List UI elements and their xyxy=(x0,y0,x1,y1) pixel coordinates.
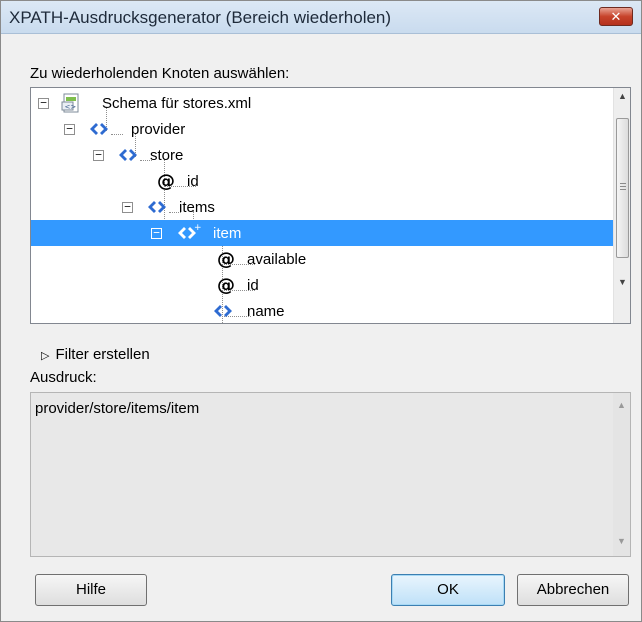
tree-node-items[interactable]: − items xyxy=(31,194,614,220)
tree-node-provider[interactable]: − provider xyxy=(31,116,614,142)
node-tree[interactable]: − <> Schema für stores.xml − provider − … xyxy=(30,87,631,324)
expression-box[interactable]: provider/store/items/item ▲ ▼ xyxy=(30,392,631,557)
expand-triangle-icon: ▷ xyxy=(41,350,50,362)
element-icon xyxy=(90,123,108,135)
collapse-icon[interactable]: − xyxy=(64,123,75,135)
tree-node-name[interactable]: name xyxy=(31,298,614,323)
tree-node-label: name xyxy=(247,303,285,320)
filter-toggle[interactable]: ▷ Filter erstellen xyxy=(41,346,150,363)
tree-node-label: items xyxy=(179,199,215,216)
scroll-down-icon[interactable]: ▼ xyxy=(614,274,630,291)
collapse-icon[interactable]: − xyxy=(93,149,104,161)
dialog-title: XPATH-Ausdrucksgenerator (Bereich wieder… xyxy=(9,8,392,27)
tree-node-store[interactable]: − store xyxy=(31,142,614,168)
attribute-icon: @ xyxy=(217,275,235,296)
help-button[interactable]: Hilfe xyxy=(35,574,147,606)
title-bar: XPATH-Ausdrucksgenerator (Bereich wieder… xyxy=(1,1,641,34)
expression-scrollbar[interactable]: ▲ ▼ xyxy=(613,393,630,556)
tree-node-label: available xyxy=(247,251,307,268)
svg-text:<>: <> xyxy=(65,103,77,111)
tree-label: Zu wiederholenden Knoten auswählen: xyxy=(30,65,290,82)
tree-node-label: Schema für stores.xml xyxy=(102,95,252,112)
element-icon xyxy=(214,305,232,317)
tree-node-item-id[interactable]: @ id xyxy=(31,272,614,298)
element-icon xyxy=(148,201,166,213)
close-button[interactable]: ✕ xyxy=(599,7,633,26)
svg-text:+: + xyxy=(194,223,201,233)
tree-node-label: id xyxy=(247,277,259,294)
scroll-up-icon[interactable]: ▲ xyxy=(613,397,630,414)
attribute-icon: @ xyxy=(217,249,235,270)
tree-node-label: store xyxy=(150,147,184,164)
collapse-icon[interactable]: − xyxy=(151,227,162,239)
filter-label: Filter erstellen xyxy=(55,346,150,363)
collapse-icon[interactable]: − xyxy=(38,97,49,109)
tree-node-item[interactable]: − + item xyxy=(31,220,614,246)
element-icon xyxy=(119,149,137,161)
attribute-icon: @ xyxy=(157,171,175,192)
tree-node-store-id[interactable]: @ id xyxy=(31,168,614,194)
xpath-dialog: XPATH-Ausdrucksgenerator (Bereich wieder… xyxy=(0,0,642,622)
expression-value: provider/store/items/item xyxy=(35,400,200,417)
schema-file-icon: <> xyxy=(61,93,79,113)
ok-button[interactable]: OK xyxy=(391,574,505,606)
tree-node-label: item xyxy=(213,225,242,242)
cancel-button[interactable]: Abbrechen xyxy=(517,574,629,606)
scroll-up-icon[interactable]: ▲ xyxy=(614,88,630,105)
tree-node-schema[interactable]: − <> Schema für stores.xml xyxy=(31,90,614,116)
repeating-element-icon: + xyxy=(178,223,201,239)
tree-node-available[interactable]: @ available xyxy=(31,246,614,272)
close-icon: ✕ xyxy=(610,9,622,24)
scroll-down-icon[interactable]: ▼ xyxy=(613,533,630,550)
tree-node-label: id xyxy=(187,173,199,190)
expression-label: Ausdruck: xyxy=(30,369,97,386)
scroll-thumb[interactable] xyxy=(616,118,629,258)
collapse-icon[interactable]: − xyxy=(122,201,133,213)
tree-node-label: provider xyxy=(131,121,186,138)
tree-scrollbar[interactable]: ▲ ▼ xyxy=(613,88,630,323)
